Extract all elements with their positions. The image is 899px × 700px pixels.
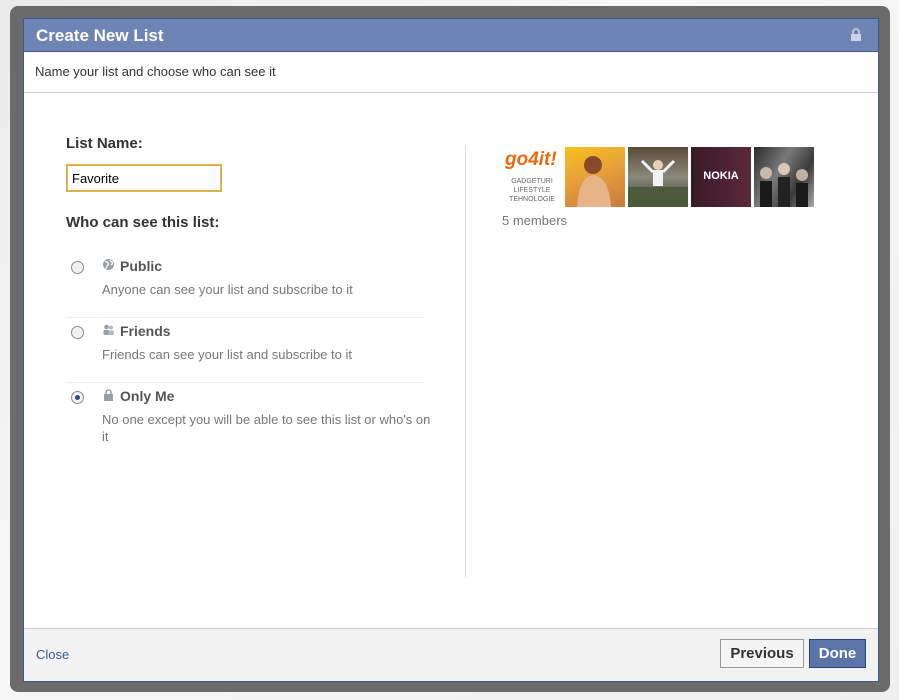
list-name-input[interactable] (66, 164, 222, 192)
create-list-dialog: Create New List Name your list and choos… (23, 18, 879, 682)
option-only-me-description: No one except you will be able to see th… (102, 412, 431, 444)
members-panel: go4it! GADGETURI LIFESTYLE TEHNOLOGIE NO… (502, 147, 814, 228)
dialog-body: List Name: Who can see this list: Public… (24, 93, 878, 629)
option-public-description: Anyone can see your list and subscribe t… (102, 282, 353, 297)
globe-icon (103, 259, 114, 270)
lock-icon (104, 389, 113, 401)
list-settings: List Name: Who can see this list: Public… (66, 135, 430, 447)
option-friends[interactable]: Friends Friends can see your list and su… (66, 318, 424, 383)
member-thumbnail[interactable] (754, 147, 814, 207)
option-friends-description: Friends can see your list and subscribe … (102, 347, 353, 362)
who-can-see-label: Who can see this list: (66, 214, 220, 231)
column-divider (465, 145, 466, 577)
option-friends-title: Friends (120, 323, 171, 339)
member-thumbnail[interactable] (628, 147, 688, 207)
done-button[interactable]: Done (809, 639, 866, 668)
radio-only-me[interactable] (71, 391, 84, 404)
option-only-me-title: Only Me (120, 388, 175, 404)
previous-button[interactable]: Previous (720, 639, 804, 668)
thumbnail-tagline: GADGETURI LIFESTYLE TEHNOLOGIE (509, 178, 555, 203)
option-only-me[interactable]: Only Me No one except you will be able t… (66, 383, 430, 447)
option-public[interactable]: Public Anyone can see your list and subs… (66, 253, 424, 318)
lock-icon (851, 28, 861, 41)
list-name-label: List Name: (66, 135, 143, 152)
member-thumbnail[interactable]: NOKIA (691, 147, 751, 207)
member-thumbnails: go4it! GADGETURI LIFESTYLE TEHNOLOGIE NO… (502, 147, 814, 207)
radio-public[interactable] (71, 261, 84, 274)
option-public-title: Public (120, 258, 163, 274)
dialog-subtitle: Name your list and choose who can see it (24, 52, 878, 93)
thumbnail-image (628, 159, 688, 207)
dialog-footer: Close Previous Done (24, 628, 878, 681)
thumbnail-image (577, 156, 611, 207)
friends-icon (103, 324, 114, 335)
member-count: 5 members (502, 213, 568, 228)
thumbnail-image (760, 163, 808, 207)
dialog-title: Create New List (36, 26, 164, 45)
radio-friends[interactable] (71, 326, 84, 339)
close-link[interactable]: Close (36, 647, 69, 662)
dialog-titlebar: Create New List (24, 19, 878, 52)
thumbnail-brand: NOKIA (703, 170, 739, 182)
privacy-options: Public Anyone can see your list and subs… (66, 253, 430, 447)
thumbnail-brand: go4it! (505, 149, 557, 170)
member-thumbnail[interactable] (565, 147, 625, 207)
member-thumbnail[interactable]: go4it! GADGETURI LIFESTYLE TEHNOLOGIE (502, 147, 562, 207)
